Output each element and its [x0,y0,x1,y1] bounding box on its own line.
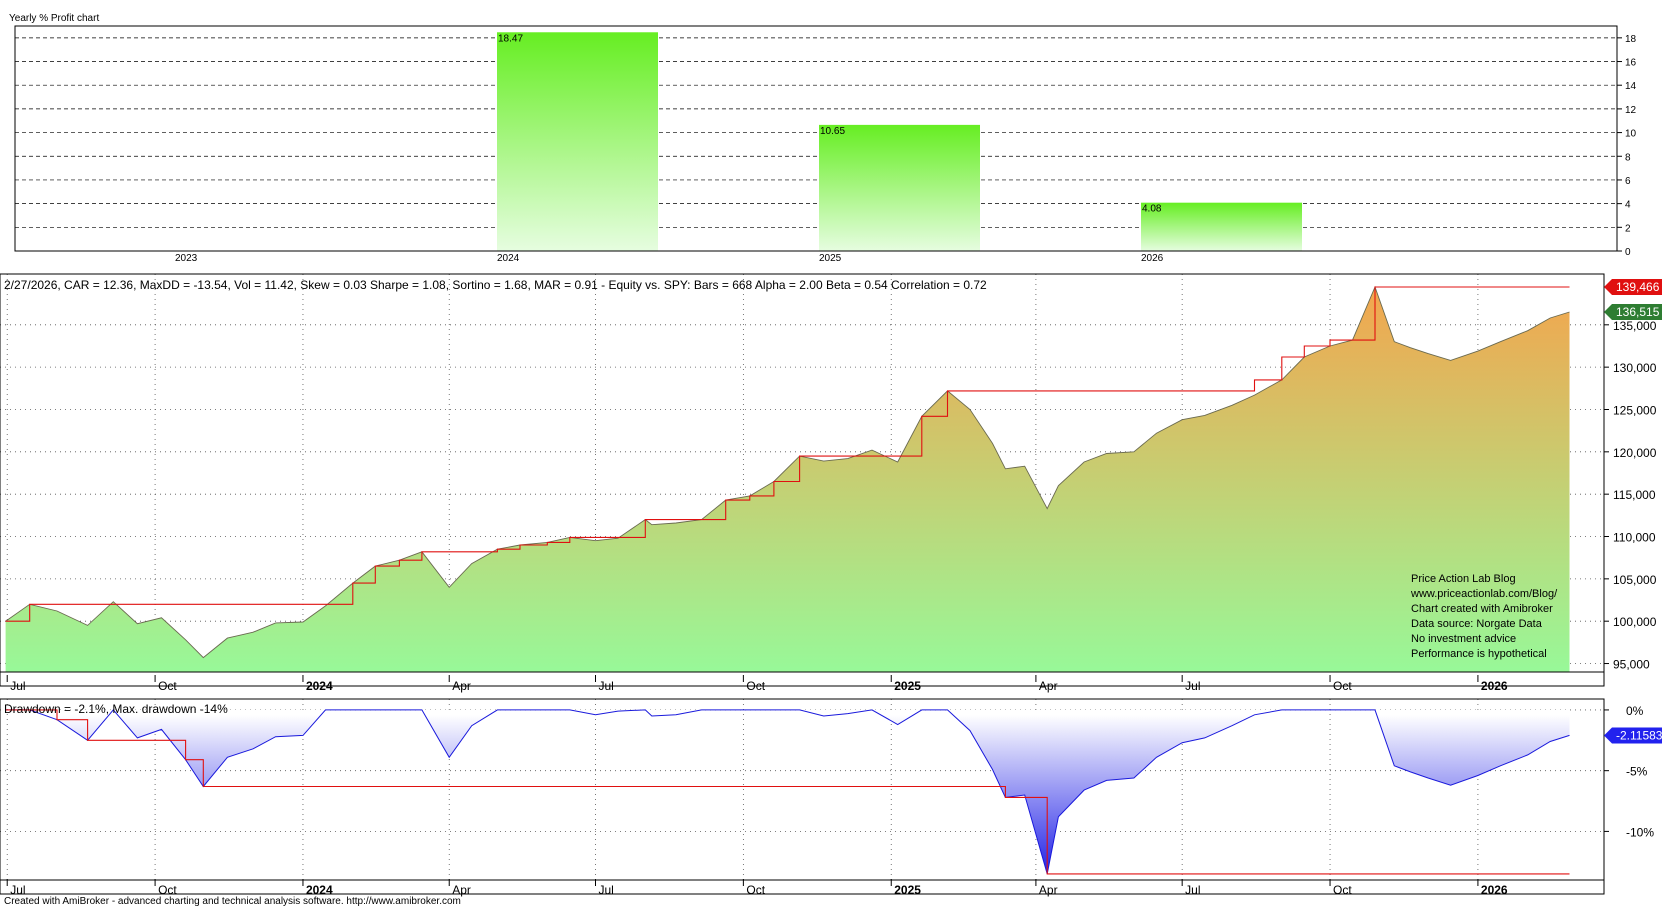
drawdown-x-tick-label: Oct [1333,883,1352,897]
chart-note-line: Price Action Lab Blog [1411,573,1516,585]
equity-panel: 95,000 100,000 105,000 110,000 115,000 120,00… [0,273,1662,693]
profit-y-tick-label: 16 [1625,58,1637,69]
drawdown-x-tick-label: 2026 [1481,883,1508,897]
profit-y-tick-label: 8 [1625,152,1631,163]
equity-y-tick-label: 105,000 [1613,573,1657,587]
drawdown-y-tick-label: -5% [1626,765,1648,779]
profit-y-tick-label: 10 [1625,129,1637,140]
chart-note-line: No investment advice [1411,633,1516,645]
drawdown-x-tick-label: Jul [1185,883,1200,897]
profit-bar-label: 18.47 [498,33,523,44]
drawdown-panel: 0% -5% -10% Jul Oct 2024 Apr Jul Oct 2025 Apr Jul O… [0,698,1663,897]
equity-y-tick-label: 95,000 [1613,658,1650,672]
profit-bar-label: 4.08 [1142,204,1162,215]
drawdown-area [5,709,1570,874]
profit-y-tick-label: 18 [1625,34,1637,45]
profit-y-tick-label: 14 [1625,81,1637,92]
profit-y-tick-label: 2 [1625,223,1631,234]
profit-bar [497,32,658,251]
equity-y-tick-label: 100,000 [1613,615,1657,629]
chart-note-line: www.priceactionlab.com/Blog/ [1410,588,1558,600]
drawdown-x-tick-label: Apr [1039,883,1058,897]
drawdown-last-marker-label: -2.11583 [1616,728,1663,742]
drawdown-header: Drawdown = -2.1%, Max. drawdown -14% [4,702,228,716]
drawdown-y-tick-label: -10% [1626,825,1654,839]
drawdown-x-tick-label: Jul [598,883,613,897]
drawdown-x-tick-label: Apr [452,883,471,897]
equity-last-marker-label: 136,515 [1616,305,1660,319]
equity-y-tick-label: 130,000 [1613,361,1657,375]
profit-x-tick-label: 2024 [497,253,520,264]
profit-bar [819,124,980,251]
drawdown-x-tick-label: Oct [158,883,177,897]
profit-bar [1141,202,1302,251]
profit-x-tick-label: 2026 [1141,253,1164,264]
drawdown-x-tick-label: 2024 [306,883,333,897]
profit-panel-title: Yearly % Profit chart [9,13,99,24]
equity-high-marker-label: 139,466 [1616,280,1660,294]
profit-panel-frame [14,25,1618,252]
profit-x-tick-label: 2023 [175,253,198,264]
equity-y-tick-label: 125,000 [1613,403,1657,417]
chart-note-line: Data source: Norgate Data [1411,618,1543,630]
equity-y-tick-label: 135,000 [1613,319,1657,333]
drawdown-x-tick-label: Oct [746,883,765,897]
drawdown-x-tick-label: Jul [10,883,25,897]
drawdown-x-tick-label: 2025 [894,883,921,897]
drawdown-y-tick-label: 0% [1626,704,1644,718]
profit-bar-label: 10.65 [820,126,845,137]
chart-note-line: Chart created with Amibroker [1411,603,1553,615]
profit-y-tick-label: 6 [1625,176,1631,187]
yearly-profit-panel: Yearly % Profit chart 18.47 10.65 4.08 0 2 4… [9,13,1637,264]
equity-y-tick-label: 115,000 [1613,488,1656,502]
profit-y-tick-label: 4 [1625,200,1631,211]
profit-x-tick-label: 2025 [819,253,842,264]
equity-y-tick-label: 110,000 [1613,531,1656,545]
profit-y-tick-label: 0 [1625,247,1631,258]
footer-credit: Created with AmiBroker - advanced charti… [4,896,461,907]
equity-y-tick-label: 120,000 [1613,446,1657,460]
profit-y-tick-label: 12 [1625,105,1637,116]
performance-chart: Yearly % Profit chart 18.47 10.65 4.08 0 2 4… [0,13,1663,897]
equity-stats-header: 2/27/2026, CAR = 12.36, MaxDD = -13.54, … [4,278,987,292]
chart-note-line: Performance is hypothetical [1411,648,1547,660]
